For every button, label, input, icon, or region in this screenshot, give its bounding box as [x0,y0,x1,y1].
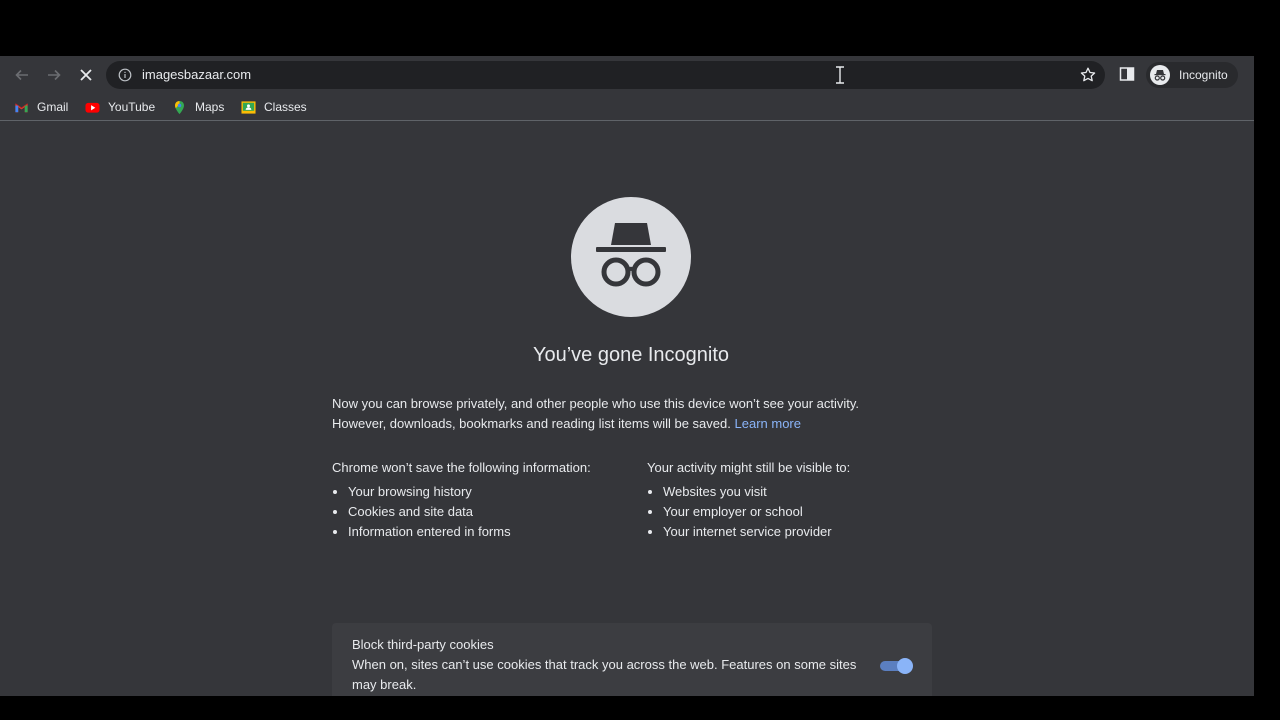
profile-label: Incognito [1179,68,1228,82]
browser-window: imagesbazaar.com Incognito Gmail YouTube… [0,56,1254,696]
list-item: Your browsing history [348,482,632,502]
still-visible-section: Your activity might still be visible to:… [647,458,947,542]
list-item: Websites you visit [663,482,947,502]
side-panel-icon[interactable] [1119,66,1135,82]
page-title: You’ve gone Incognito [532,344,730,366]
close-icon [80,69,92,81]
still-visible-list: Websites you visit Your employer or scho… [647,482,947,542]
intro-text: Now you can browse privately, and other … [332,394,932,434]
url-text[interactable]: imagesbazaar.com [142,67,251,82]
bookmarks-bar: Gmail YouTube Maps Classes [0,94,1254,121]
list-item: Cookies and site data [348,502,632,522]
bookmark-label: Maps [195,100,225,114]
toggle-knob [897,658,913,674]
classes-icon [241,100,256,114]
bookmark-label: Classes [264,100,307,114]
list-item: Information entered in forms [348,522,632,542]
incognito-icon [571,197,691,317]
stop-loading-button[interactable] [75,64,97,86]
text-cursor-icon [836,66,844,84]
back-button[interactable] [11,64,33,86]
bookmark-maps[interactable]: Maps [172,99,224,115]
forward-button[interactable] [43,64,65,86]
intro-line-2-text: However, downloads, bookmarks and readin… [332,416,731,431]
cookie-controls-card: Block third-party cookies When on, sites… [332,623,932,696]
not-saved-section: Chrome won’t save the following informat… [332,458,632,542]
cookie-description: When on, sites can’t use cookies that tr… [352,657,857,692]
not-saved-heading: Chrome won’t save the following informat… [332,460,591,475]
bookmark-classes[interactable]: Classes [241,99,307,115]
youtube-icon [85,102,100,113]
new-tab-page: You’ve gone Incognito Now you can browse… [0,121,1254,696]
back-arrow-icon [15,69,28,81]
toolbar: imagesbazaar.com Incognito [0,56,1254,94]
bookmark-label: Gmail [37,100,69,114]
incognito-avatar-icon [1150,65,1170,85]
bookmark-gmail[interactable]: Gmail [14,99,68,115]
address-bar[interactable]: imagesbazaar.com [106,61,1105,89]
list-item: Your internet service provider [663,522,947,542]
site-info-icon[interactable] [118,68,132,82]
list-item: Your employer or school [663,502,947,522]
profile-button[interactable]: Incognito [1146,62,1238,88]
intro-line-1: Now you can browse privately, and other … [332,396,860,411]
bookmark-youtube[interactable]: YouTube [85,99,155,115]
forward-arrow-icon [48,69,61,81]
block-cookies-toggle[interactable] [880,658,913,674]
not-saved-list: Your browsing history Cookies and site d… [332,482,632,542]
intro-line-2: However, downloads, bookmarks and readin… [332,414,932,434]
still-visible-heading: Your activity might still be visible to: [647,460,851,475]
maps-icon [175,100,184,114]
bookmark-star-icon[interactable] [1079,66,1097,84]
cookie-title: Block third-party cookies [352,637,494,652]
learn-more-link[interactable]: Learn more [735,416,801,431]
bookmark-label: YouTube [108,100,156,114]
gmail-icon [15,102,28,112]
